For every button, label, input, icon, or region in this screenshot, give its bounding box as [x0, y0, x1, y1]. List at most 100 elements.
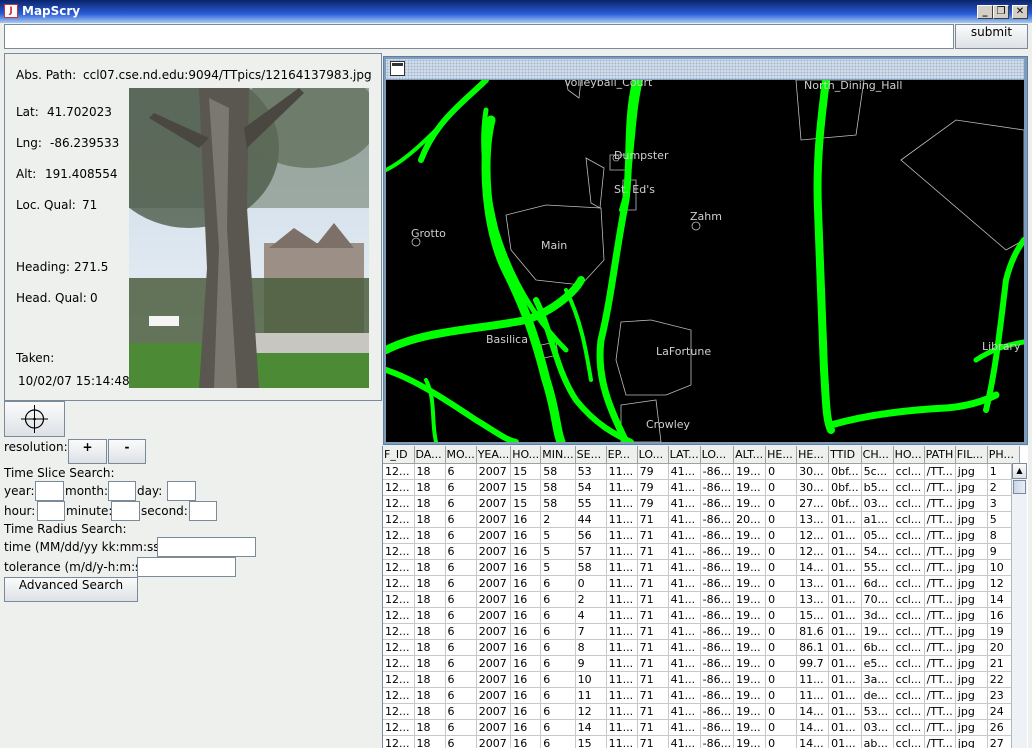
table-cell[interactable]: 11...: [796, 687, 830, 704]
table-cell[interactable]: 41...: [668, 543, 701, 560]
table-cell[interactable]: 0: [765, 607, 798, 624]
table-cell[interactable]: 6: [540, 575, 576, 592]
table-cell[interactable]: 01...: [828, 543, 862, 560]
table-cell[interactable]: 5: [540, 559, 576, 576]
table-cell[interactable]: 12...: [383, 559, 415, 576]
table-cell[interactable]: /TT...: [924, 735, 956, 748]
table-cell[interactable]: 6: [540, 607, 576, 624]
table-cell[interactable]: 0: [765, 495, 798, 512]
table-cell[interactable]: jpg: [955, 607, 988, 624]
table-cell[interactable]: 13...: [796, 591, 830, 608]
table-cell[interactable]: /TT...: [924, 511, 956, 528]
table-cell[interactable]: 11...: [606, 543, 638, 560]
table-cell[interactable]: 11...: [606, 463, 638, 480]
table-cell[interactable]: 0: [765, 719, 798, 736]
table-cell[interactable]: 11...: [606, 511, 638, 528]
column-header[interactable]: FIL...: [955, 446, 988, 464]
table-cell[interactable]: 11...: [606, 703, 638, 720]
table-cell[interactable]: 19...: [733, 463, 767, 480]
table-cell[interactable]: 0: [765, 703, 798, 720]
table-cell[interactable]: 6: [540, 719, 576, 736]
table-cell[interactable]: 71: [637, 591, 669, 608]
table-cell[interactable]: 6: [445, 479, 477, 496]
table-cell[interactable]: 05...: [861, 527, 894, 544]
table-cell[interactable]: 0bf...: [828, 479, 862, 496]
table-cell[interactable]: 0: [765, 687, 798, 704]
table-row[interactable]: 12... 18 6 2007 15 58 54 11... 79 41... -86... 19..…: [383, 479, 1020, 496]
table-cell[interactable]: 30...: [796, 479, 830, 496]
table-cell[interactable]: -86...: [700, 607, 735, 624]
table-cell[interactable]: 18: [414, 559, 446, 576]
table-cell[interactable]: 11...: [606, 591, 638, 608]
table-cell[interactable]: 01...: [828, 559, 862, 576]
column-header[interactable]: LO...: [700, 446, 735, 464]
table-cell[interactable]: 19...: [733, 495, 767, 512]
table-cell[interactable]: -86...: [700, 591, 735, 608]
table-cell[interactable]: -86...: [700, 479, 735, 496]
table-cell[interactable]: 0: [765, 623, 798, 640]
table-cell[interactable]: jpg: [955, 687, 988, 704]
table-cell[interactable]: 11...: [606, 527, 638, 544]
table-cell[interactable]: 41...: [668, 511, 701, 528]
query-input[interactable]: [4, 24, 954, 49]
table-cell[interactable]: 14...: [796, 559, 830, 576]
table-cell[interactable]: 71: [637, 575, 669, 592]
table-cell[interactable]: 11...: [606, 639, 638, 656]
table-cell[interactable]: 7: [575, 623, 607, 640]
table-cell[interactable]: 01...: [828, 735, 862, 748]
table-cell[interactable]: 12...: [383, 735, 415, 748]
table-cell[interactable]: 16: [510, 703, 542, 720]
table-cell[interactable]: 12...: [383, 671, 415, 688]
table-cell[interactable]: 41...: [668, 527, 701, 544]
table-cell[interactable]: 19...: [861, 623, 894, 640]
table-cell[interactable]: 41...: [668, 719, 701, 736]
table-cell[interactable]: /TT...: [924, 671, 956, 688]
table-cell[interactable]: 11...: [606, 559, 638, 576]
table-cell[interactable]: 71: [637, 527, 669, 544]
table-cell[interactable]: 4: [575, 607, 607, 624]
table-cell[interactable]: 16: [510, 655, 542, 672]
table-cell[interactable]: 18: [414, 575, 446, 592]
table-cell[interactable]: 11...: [606, 495, 638, 512]
table-cell[interactable]: 11...: [606, 687, 638, 704]
second-field[interactable]: [189, 501, 217, 521]
table-cell[interactable]: /TT...: [924, 575, 956, 592]
table-cell[interactable]: 2: [575, 591, 607, 608]
table-cell[interactable]: 6: [445, 719, 477, 736]
table-cell[interactable]: 20...: [733, 511, 767, 528]
table-cell[interactable]: 2007: [476, 687, 512, 704]
table-cell[interactable]: jpg: [955, 527, 988, 544]
table-cell[interactable]: ccl...: [893, 607, 925, 624]
table-row[interactable]: 12... 18 6 2007 16 6 0 11... 71 41... -86... 19... 0…: [383, 575, 1020, 592]
table-cell[interactable]: 19...: [733, 575, 767, 592]
table-cell[interactable]: 54...: [861, 543, 894, 560]
table-cell[interactable]: ccl...: [893, 703, 925, 720]
table-cell[interactable]: 19...: [733, 559, 767, 576]
table-cell[interactable]: 0: [765, 575, 798, 592]
table-vertical-scrollbar[interactable]: ▲: [1011, 463, 1027, 748]
column-header[interactable]: HE...: [796, 446, 830, 464]
table-cell[interactable]: 01...: [828, 687, 862, 704]
table-cell[interactable]: /TT...: [924, 591, 956, 608]
table-cell[interactable]: 6: [445, 687, 477, 704]
table-cell[interactable]: /TT...: [924, 463, 956, 480]
table-cell[interactable]: 3a...: [861, 671, 894, 688]
table-cell[interactable]: 2007: [476, 495, 512, 512]
submit-button[interactable]: submit: [955, 24, 1028, 49]
table-cell[interactable]: -86...: [700, 511, 735, 528]
table-cell[interactable]: jpg: [955, 511, 988, 528]
table-cell[interactable]: /TT...: [924, 527, 956, 544]
table-cell[interactable]: -86...: [700, 655, 735, 672]
table-cell[interactable]: 03...: [861, 719, 894, 736]
column-header[interactable]: HO...: [510, 446, 542, 464]
table-cell[interactable]: 19...: [733, 655, 767, 672]
table-cell[interactable]: 6: [445, 639, 477, 656]
table-row[interactable]: 12... 18 6 2007 16 6 7 11... 71 41... -86... 19... 0…: [383, 623, 1020, 640]
table-cell[interactable]: 14...: [796, 719, 830, 736]
table-cell[interactable]: 01...: [828, 655, 862, 672]
table-row[interactable]: 12... 18 6 2007 16 6 10 11... 71 41... -86... 19...…: [383, 671, 1020, 688]
table-cell[interactable]: 11: [575, 687, 607, 704]
hour-field[interactable]: [37, 501, 65, 521]
table-cell[interactable]: 2007: [476, 479, 512, 496]
table-cell[interactable]: ccl...: [893, 479, 925, 496]
